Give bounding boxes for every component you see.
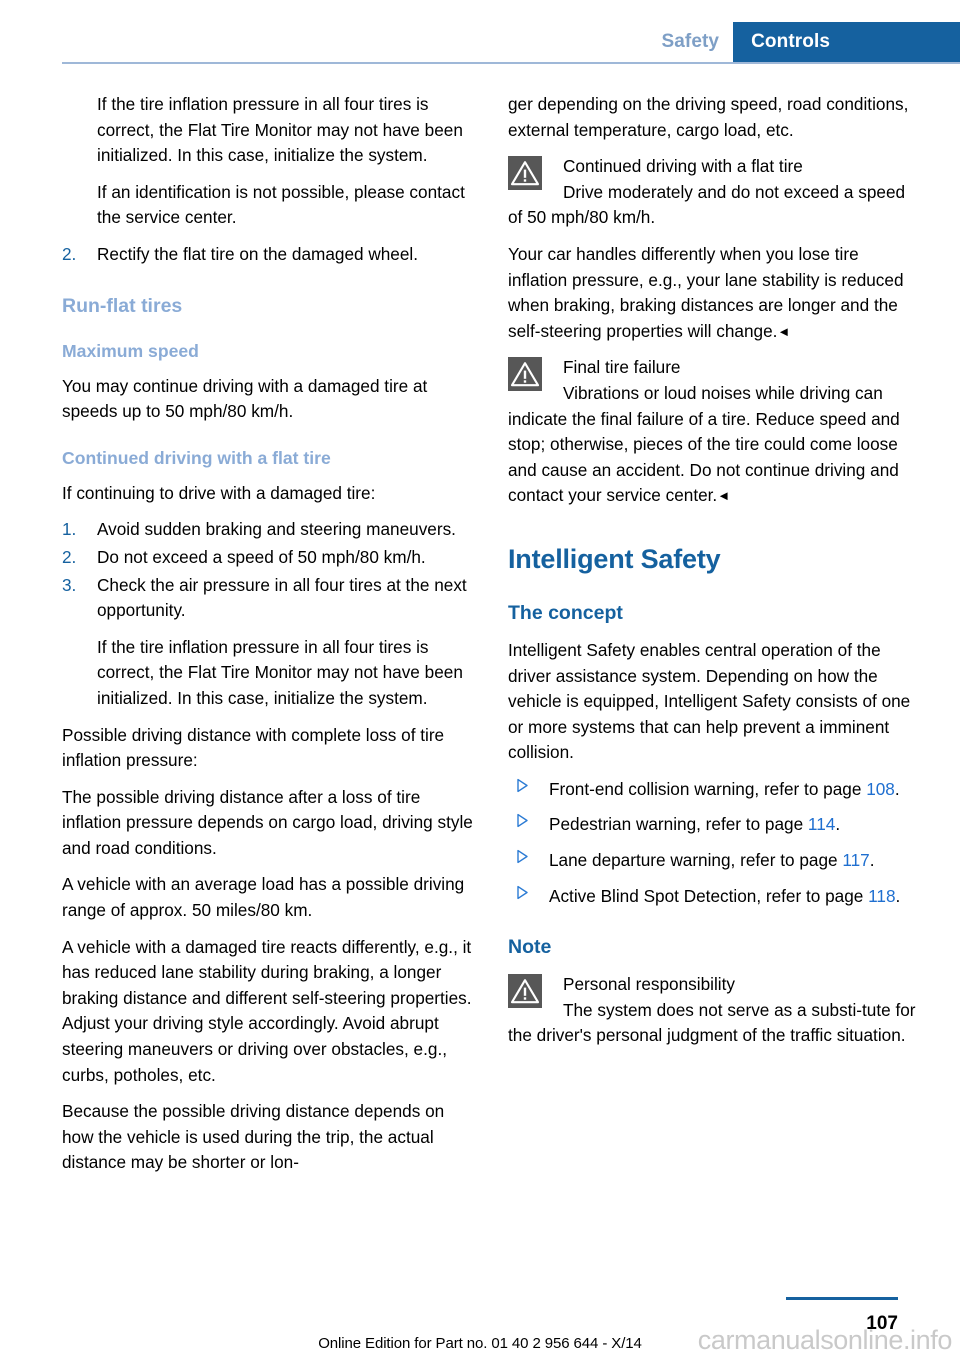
page-reference-link[interactable]: 118 [868,886,895,906]
header-divider [62,62,960,64]
list-item: Front-end collision warning, refer to pa… [508,777,920,803]
page-footer: 107 Online Edition for Part no. 01 40 2 … [0,1272,960,1362]
warning-title: Final tire failure [563,357,681,378]
list-marker: 2. [62,243,77,264]
footer-divider [786,1297,898,1300]
page-reference-link[interactable]: 114 [808,814,835,834]
heading-run-flat-tires: Run-flat tires [62,294,183,317]
end-of-warning-marker: ◄ [777,323,791,339]
list-marker: 2. [62,546,77,567]
warning-block-continued-driving: Continued driving with a flat tire Drive… [508,154,920,231]
warning-body-lead: Drive moderately and do not exceed a [563,181,854,202]
heading-continued-driving-flat-tire: Continued driving with a flat tire [62,447,331,468]
list-item-text: Lane departure warning, refer to page [549,850,843,871]
continued-driving-intro: If continuing to drive with a damaged ti… [62,482,376,503]
warning-title: Continued driving with a flat tire [563,156,803,177]
handles-differently-paragraph: Your car handles differently when you lo… [508,242,920,344]
continued-driving-step-list: 1. Avoid sudden braking and steering man… [62,517,474,623]
warning-title: Personal responsibility [563,974,735,995]
step-3-note: If the tire inflation pressure in all fo… [97,636,463,708]
tab-controls[interactable]: Controls [733,22,960,62]
concept-paragraph: Intelligent Safety enables central opera… [508,639,911,763]
possible-distance-label: Possible driving distance with complete … [62,724,445,771]
rectify-step-list: 2. Rectify the flat tire on the damaged … [62,242,474,268]
list-item: Pedestrian warning, refer to page 114. [508,812,920,838]
warning-body-lead: Vibrations or loud noises while driving [563,382,851,403]
list-item: Lane departure warning, refer to page 11… [508,848,920,874]
handles-differently-text: Your car handles differently when you lo… [508,243,904,341]
warning-body: The system does not serve as a substi-tu… [508,998,920,1049]
continuation-note-2: If an identification is not possible, pl… [97,181,465,228]
list-item-text: Active Blind Spot Detection, refer to pa… [549,885,869,906]
warning-block-final-tire-failure: Final tire failure Vibrations or loud no… [508,355,920,509]
list-item: 2. Rectify the flat tire on the damaged … [62,242,474,268]
because-distance-paragraph: Because the possible driving distance de… [62,1101,445,1173]
list-item: 2. Do not exceed a speed of 50 mph/80 km… [62,545,474,571]
warning-body: Vibrations or loud noises while driving … [508,381,920,509]
page-header: Safety Controls [0,0,960,64]
left-column: If the tire inflation pressure in all fo… [62,92,474,1187]
heading-intelligent-safety: Intelligent Safety [508,543,721,574]
page-reference-link[interactable]: 117 [842,850,869,870]
heading-the-concept: The concept [508,601,623,624]
tab-safety[interactable]: Safety [661,22,733,62]
list-item-text: Front-end collision warning, refer to pa… [549,778,867,799]
page-reference-link[interactable]: 108 [866,779,895,799]
list-item: 3. Check the air pressure in all four ti… [62,573,474,624]
list-item-text-suffix: . [895,885,901,906]
list-item-text-suffix: . [869,850,875,871]
list-item-text-suffix: . [835,814,841,835]
maximum-speed-text: You may continue driving with a damaged … [62,375,428,422]
reacts-differently-paragraph: A vehicle with a damaged tire reacts dif… [62,936,472,1085]
list-item-text: Check the air pressure in all four tires… [97,574,467,621]
list-marker: 3. [62,574,77,595]
warning-triangle-icon [508,357,542,392]
intelligent-safety-systems-list: Front-end collision warning, refer to pa… [508,777,920,909]
list-item: Active Blind Spot Detection, refer to pa… [508,884,920,910]
heading-note: Note [508,936,552,959]
possible-distance-paragraph-1: The possible driving distance after a lo… [62,786,473,858]
warning-triangle-icon [508,156,542,191]
watermark: carmanualsonline.info [697,1325,953,1355]
warning-block-personal-responsibility: Personal responsibility The system does … [508,972,920,1049]
header-tab-group: Safety Controls [661,22,960,62]
list-item-text: Rectify the flat tire on the damaged whe… [97,243,419,264]
right-column: ger depending on the driving speed, road… [508,92,920,1060]
heading-maximum-speed: Maximum speed [62,340,199,361]
list-item-text: Pedestrian warning, refer to page [549,814,808,835]
list-item-text-suffix: . [894,778,900,799]
warning-triangle-icon [508,974,542,1009]
list-item-text: Do not exceed a speed of 50 mph/80 km/h. [97,546,426,567]
list-item: 1. Avoid sudden braking and steering man… [62,517,474,543]
list-item-text: Avoid sudden braking and steering maneuv… [97,519,456,540]
warning-body-lead: The system does not serve as a substi- [563,999,863,1020]
continuation-note-1: If the tire inflation pressure in all fo… [97,94,463,166]
warning-body: Drive moderately and do not exceed a spe… [508,180,920,231]
possible-distance-paragraph-2: A vehicle with an average load has a pos… [62,874,465,921]
list-marker: 1. [62,519,77,540]
end-of-warning-marker: ◄ [717,488,731,504]
continuation-top-paragraph: ger depending on the driving speed, road… [508,94,909,140]
